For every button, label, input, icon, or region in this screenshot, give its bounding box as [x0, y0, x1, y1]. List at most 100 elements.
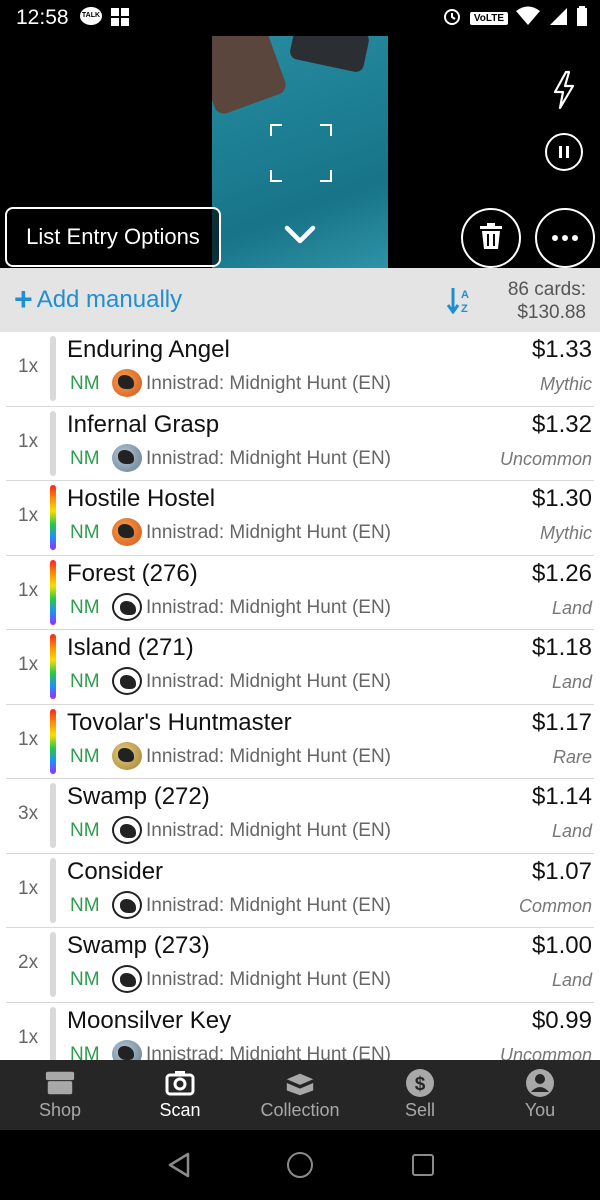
more-options-button[interactable] — [535, 208, 595, 268]
card-quantity[interactable]: 1x — [18, 356, 38, 378]
card-quantity[interactable]: 1x — [18, 505, 38, 527]
bottom-navigation: Shop Scan Collection $ Sell You — [0, 1060, 600, 1130]
system-navigation-bar — [0, 1130, 600, 1200]
trash-icon — [478, 222, 504, 255]
card-name: Enduring Angel — [67, 336, 230, 363]
clock: 12:58 — [16, 6, 69, 29]
nonfoil-indicator — [50, 783, 56, 848]
nonfoil-indicator — [50, 1006, 56, 1060]
nav-label: Sell — [404, 1100, 435, 1120]
cell-signal-icon — [548, 6, 568, 31]
card-row[interactable]: 1x Tovolar's Huntmaster NM Innistrad: Midni… — [0, 705, 600, 780]
card-rarity: Uncommon — [499, 1044, 592, 1061]
card-quantity[interactable]: 2x — [18, 952, 38, 974]
card-set: Innistrad: Midnight Hunt (EN) — [146, 522, 391, 543]
card-rarity: Land — [551, 821, 592, 841]
total-value: $130.88 — [517, 302, 586, 323]
card-condition: NM — [70, 447, 100, 469]
card-price: $1.30 — [531, 485, 592, 512]
talk-notification-icon: TALK — [80, 7, 102, 25]
card-row[interactable]: 1x Hostile Hostel NM Innistrad: Midnight Hu… — [0, 481, 600, 556]
card-row[interactable]: 1x Forest (276) NM Innistrad: Midnight Hunt… — [0, 556, 600, 631]
foil-indicator — [50, 559, 56, 625]
card-row[interactable]: 3x Swamp (272) NM Innistrad: Midnight Hunt … — [0, 779, 600, 854]
list-entry-options-button[interactable]: List Entry Options — [5, 207, 221, 267]
card-quantity[interactable]: 1x — [18, 878, 38, 900]
set-symbol-icon — [112, 443, 142, 472]
card-quantity[interactable]: 1x — [18, 729, 38, 751]
card-set: Innistrad: Midnight Hunt (EN) — [146, 745, 391, 767]
card-set: Innistrad: Midnight Hunt (EN) — [146, 596, 391, 618]
card-set: Innistrad: Midnight Hunt (EN) — [146, 373, 391, 394]
card-name: Infernal Grasp — [67, 410, 220, 438]
card-row[interactable]: 1x Moonsilver Key NM Innistrad: Midnight Hu… — [0, 1003, 600, 1061]
nonfoil-indicator — [50, 336, 56, 401]
collection-icon — [284, 1069, 316, 1097]
sort-icon[interactable]: A Z — [446, 286, 473, 315]
set-symbol-icon — [112, 1039, 142, 1060]
foil-indicator — [50, 634, 56, 699]
card-rarity: Common — [518, 895, 592, 916]
card-quantity[interactable]: 1x — [18, 1027, 38, 1049]
card-list[interactable]: 1x Enduring Angel NM Innistrad: Midnight Hu… — [0, 332, 600, 1060]
set-symbol-icon — [112, 592, 142, 621]
card-set: Innistrad: Midnight Hunt (EN) — [146, 969, 391, 990]
card-row[interactable]: 2x Swamp (273) NM Innistrad: Midnight Hunt … — [0, 928, 600, 1003]
status-bar: 12:58 TALK VoLTE — [0, 0, 600, 36]
card-condition: NM — [70, 969, 100, 990]
set-symbol-icon — [112, 816, 142, 844]
card-row[interactable]: 1x Island (271) NM Innistrad: Midnight Hunt… — [0, 630, 600, 705]
home-icon[interactable] — [287, 1152, 313, 1178]
card-row[interactable]: 1x Enduring Angel NM Innistrad: Midnight Hu… — [0, 332, 600, 407]
card-set: Innistrad: Midnight Hunt (EN) — [146, 820, 391, 841]
pause-button[interactable] — [545, 133, 583, 171]
card-price: $1.33 — [531, 336, 592, 363]
card-condition: NM — [70, 1043, 100, 1061]
foil-indicator — [50, 485, 56, 550]
card-set: Innistrad: Midnight Hunt (EN) — [146, 1043, 391, 1061]
card-row[interactable]: 1x Infernal Grasp NM Innistrad: Midnight Hu… — [0, 407, 600, 482]
card-condition: NM — [70, 894, 100, 916]
card-quantity[interactable]: 3x — [18, 803, 38, 825]
card-name: Moonsilver Key — [67, 1006, 232, 1034]
camera-viewfinder[interactable]: List Entry Options — [0, 36, 600, 268]
nav-item-collection[interactable]: Collection — [240, 1060, 360, 1130]
add-manually-label: Add manually — [36, 286, 183, 313]
svg-text:A: A — [461, 289, 469, 301]
card-name: Swamp (273) — [67, 932, 210, 959]
nav-item-you[interactable]: You — [480, 1060, 600, 1130]
card-set: Innistrad: Midnight Hunt (EN) — [146, 894, 391, 916]
nav-item-scan[interactable]: Scan — [120, 1060, 240, 1130]
card-quantity[interactable]: 1x — [18, 431, 38, 453]
card-price: $1.00 — [531, 932, 592, 959]
wifi-icon — [516, 6, 540, 31]
card-quantity[interactable]: 1x — [18, 654, 38, 676]
card-price: $1.32 — [531, 410, 592, 438]
card-set: Innistrad: Midnight Hunt (EN) — [146, 447, 391, 469]
nav-label: Scan — [159, 1100, 201, 1120]
shop-icon — [44, 1069, 76, 1097]
card-price: $1.07 — [531, 857, 592, 885]
camera-background-object — [212, 36, 289, 117]
nav-item-sell[interactable]: $ Sell — [360, 1060, 480, 1130]
card-condition: NM — [70, 522, 100, 543]
card-row[interactable]: 1x Consider NM Innistrad: Midnight Hunt (EN… — [0, 854, 600, 929]
recent-apps-icon[interactable] — [412, 1154, 434, 1176]
nonfoil-indicator — [50, 410, 56, 476]
back-icon[interactable] — [166, 1152, 192, 1183]
set-symbol-icon — [112, 890, 142, 919]
flash-icon[interactable] — [552, 70, 576, 110]
card-condition: NM — [70, 745, 100, 767]
card-name: Tovolar's Huntmaster — [67, 708, 292, 736]
collection-totals: 86 cards: $130.88 — [508, 278, 586, 324]
delete-button[interactable] — [461, 208, 521, 268]
add-manually-button[interactable]: + Add manually — [14, 283, 183, 315]
set-symbol-icon — [112, 667, 142, 695]
chevron-down-icon[interactable] — [282, 220, 318, 248]
nav-label: You — [524, 1100, 556, 1120]
card-price: $1.26 — [531, 559, 592, 587]
card-quantity[interactable]: 1x — [18, 580, 38, 602]
set-symbol-icon — [112, 965, 142, 993]
nav-item-shop[interactable]: Shop — [0, 1060, 120, 1130]
card-name: Consider — [67, 857, 164, 885]
